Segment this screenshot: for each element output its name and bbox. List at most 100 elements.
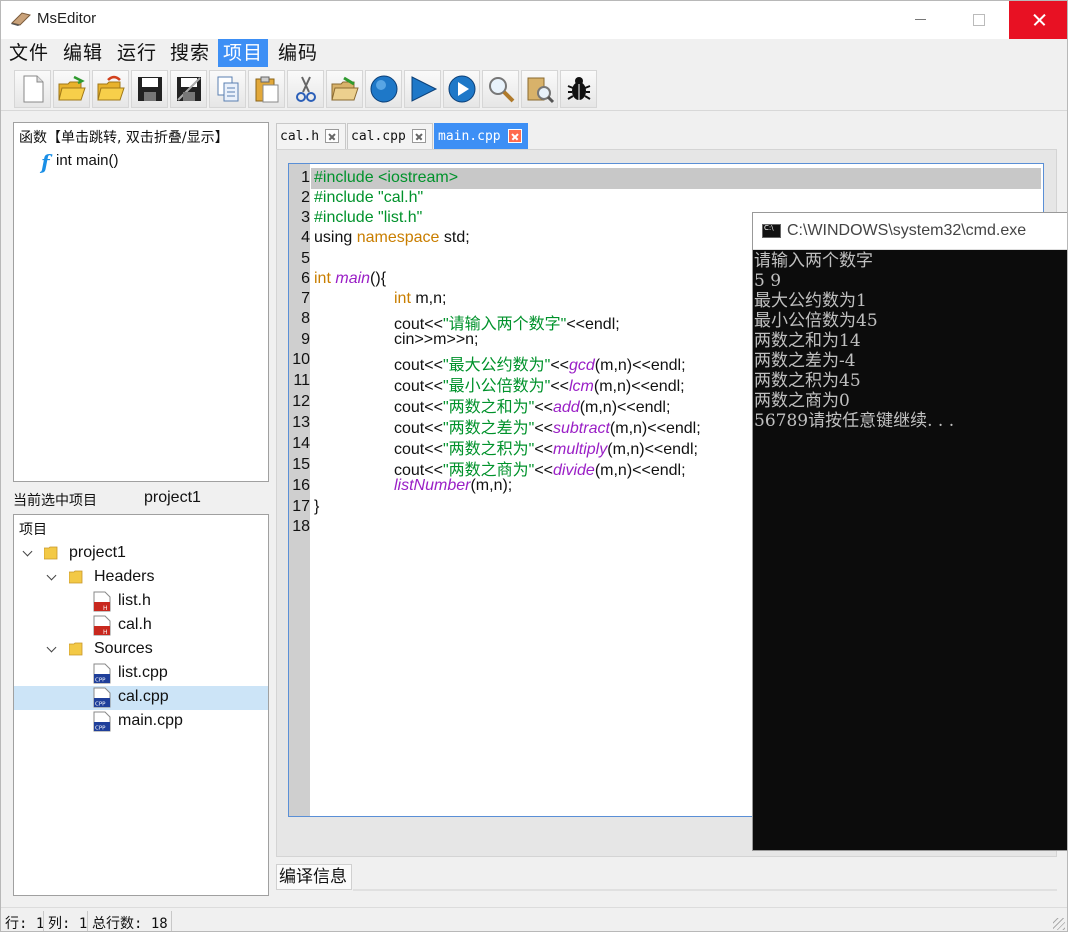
ms-editor-window: MsEditor 文件 编辑 运行 搜索 项目 编码 函数【单击跳转, 双击折叠…: [0, 0, 1068, 932]
menu-search[interactable]: 搜索: [165, 39, 215, 67]
code-line: #include "list.h": [314, 209, 423, 226]
open-folder-button[interactable]: [92, 70, 129, 108]
cpp-file-icon: CPP: [93, 663, 111, 684]
line-number: 9: [301, 331, 310, 348]
tree-node-cal-h[interactable]: H cal.h: [14, 614, 268, 638]
save-icon: [138, 77, 162, 101]
tree-node-list-cpp[interactable]: CPP list.cpp: [14, 662, 268, 686]
svg-text:H: H: [103, 629, 108, 636]
paste-icon: [255, 76, 279, 103]
close-button[interactable]: [1009, 1, 1067, 39]
console-line: 最大公约数为1: [754, 291, 867, 311]
status-separator: [43, 911, 44, 931]
stop-button[interactable]: [365, 70, 402, 108]
compile-run-icon: [448, 75, 476, 103]
cut-button[interactable]: [287, 70, 324, 108]
line-number: 14: [292, 435, 310, 452]
folder-icon: [44, 546, 58, 560]
tab-label: main.cpp: [438, 129, 501, 144]
save-button[interactable]: [131, 70, 168, 108]
line-number: 2: [301, 189, 310, 206]
open-file-icon: [58, 75, 86, 101]
copy-button[interactable]: [209, 70, 246, 108]
close-icon[interactable]: [412, 129, 426, 143]
tree-label-list-h: list.h: [118, 592, 151, 609]
tree-node-main-cpp[interactable]: CPP main.cpp: [14, 710, 268, 734]
close-icon[interactable]: [325, 129, 339, 143]
console-line: 最小公倍数为45: [754, 311, 878, 331]
chevron-down-icon[interactable]: [23, 549, 32, 558]
new-file-icon: [23, 75, 44, 103]
status-total-lines: 总行数: 18: [92, 916, 168, 932]
toolbar: [1, 67, 1067, 111]
find-in-files-button[interactable]: [521, 70, 558, 108]
svg-text:H: H: [103, 605, 108, 612]
run-icon: [411, 76, 438, 102]
run-button[interactable]: [404, 70, 441, 108]
line-number: 17: [292, 498, 310, 515]
save-all-button[interactable]: [170, 70, 207, 108]
status-bar: 行: 1 列: 1 总行数: 18: [1, 907, 1067, 932]
menu-edit[interactable]: 编辑: [58, 39, 108, 67]
title-bar: MsEditor: [1, 1, 1067, 39]
stop-icon: [370, 75, 398, 103]
console-window[interactable]: C:\WINDOWS\system32\cmd.exe 请输入两个数字 5 9 …: [752, 212, 1067, 851]
tree-label-cal-h: cal.h: [118, 616, 152, 633]
menu-run[interactable]: 运行: [112, 39, 162, 67]
tab-label: cal.h: [280, 129, 320, 144]
open-file-button[interactable]: [53, 70, 90, 108]
find-in-files-icon: [527, 77, 555, 104]
paste-button[interactable]: [248, 70, 285, 108]
menu-project[interactable]: 项目: [218, 39, 269, 67]
menu-encoding[interactable]: 编码: [273, 39, 323, 67]
tree-label-sources: Sources: [94, 640, 153, 657]
console-line: 两数之和为14: [754, 331, 861, 351]
code-line: #include "cal.h": [314, 189, 424, 206]
chevron-down-icon[interactable]: [47, 645, 56, 654]
console-title-bar[interactable]: C:\WINDOWS\system32\cmd.exe: [753, 213, 1067, 250]
header-file-icon: H: [93, 591, 111, 612]
svg-text:CPP: CPP: [95, 726, 106, 732]
copy-icon: [217, 76, 239, 102]
find-button[interactable]: [482, 70, 519, 108]
compile-info-tab[interactable]: 编译信息: [276, 864, 352, 890]
tree-node-list-h[interactable]: H list.h: [14, 590, 268, 614]
line-number: 18: [292, 518, 310, 535]
line-number: 3: [301, 209, 310, 226]
tab-cal-cpp[interactable]: cal.cpp: [347, 123, 433, 149]
line-number: 11: [293, 372, 310, 389]
console-line: 两数之商为0: [754, 391, 850, 411]
folder-icon: [69, 642, 83, 656]
open-project-button[interactable]: [326, 70, 363, 108]
resize-grip-icon[interactable]: [1053, 918, 1065, 930]
save-all-icon: [177, 77, 201, 101]
cpp-file-icon: CPP: [93, 711, 111, 732]
line-number: 6: [301, 270, 310, 287]
line-number: 7: [301, 290, 310, 307]
code-line: cin>>m>>n;: [394, 331, 479, 348]
status-col: 列: 1: [48, 916, 88, 932]
tab-cal-h[interactable]: cal.h: [276, 123, 346, 149]
compile-run-button[interactable]: [443, 70, 480, 108]
debug-button[interactable]: [560, 70, 597, 108]
minimize-button[interactable]: [898, 1, 944, 39]
line-number: 15: [292, 456, 310, 473]
console-line: 两数之差为-4: [754, 351, 856, 371]
tab-main-cpp[interactable]: main.cpp: [434, 123, 528, 149]
console-line: 请输入两个数字: [754, 251, 873, 271]
app-logo-icon: [11, 12, 31, 26]
line-number: 4: [301, 229, 310, 246]
tree-node-cal-cpp[interactable]: CPP cal.cpp: [14, 686, 268, 710]
line-number: 16: [292, 477, 310, 494]
menu-file[interactable]: 文件: [4, 39, 54, 67]
tree-node-project1[interactable]: project1: [14, 542, 268, 566]
chevron-down-icon[interactable]: [47, 573, 56, 582]
new-file-button[interactable]: [14, 70, 51, 108]
close-icon[interactable]: [508, 129, 522, 143]
tree-node-headers[interactable]: Headers: [14, 566, 268, 590]
find-icon: [489, 77, 515, 103]
function-item-main[interactable]: int main(): [56, 152, 119, 169]
tree-label-project1: project1: [69, 544, 126, 561]
maximize-button[interactable]: [955, 1, 1001, 39]
tree-node-sources[interactable]: Sources: [14, 638, 268, 662]
